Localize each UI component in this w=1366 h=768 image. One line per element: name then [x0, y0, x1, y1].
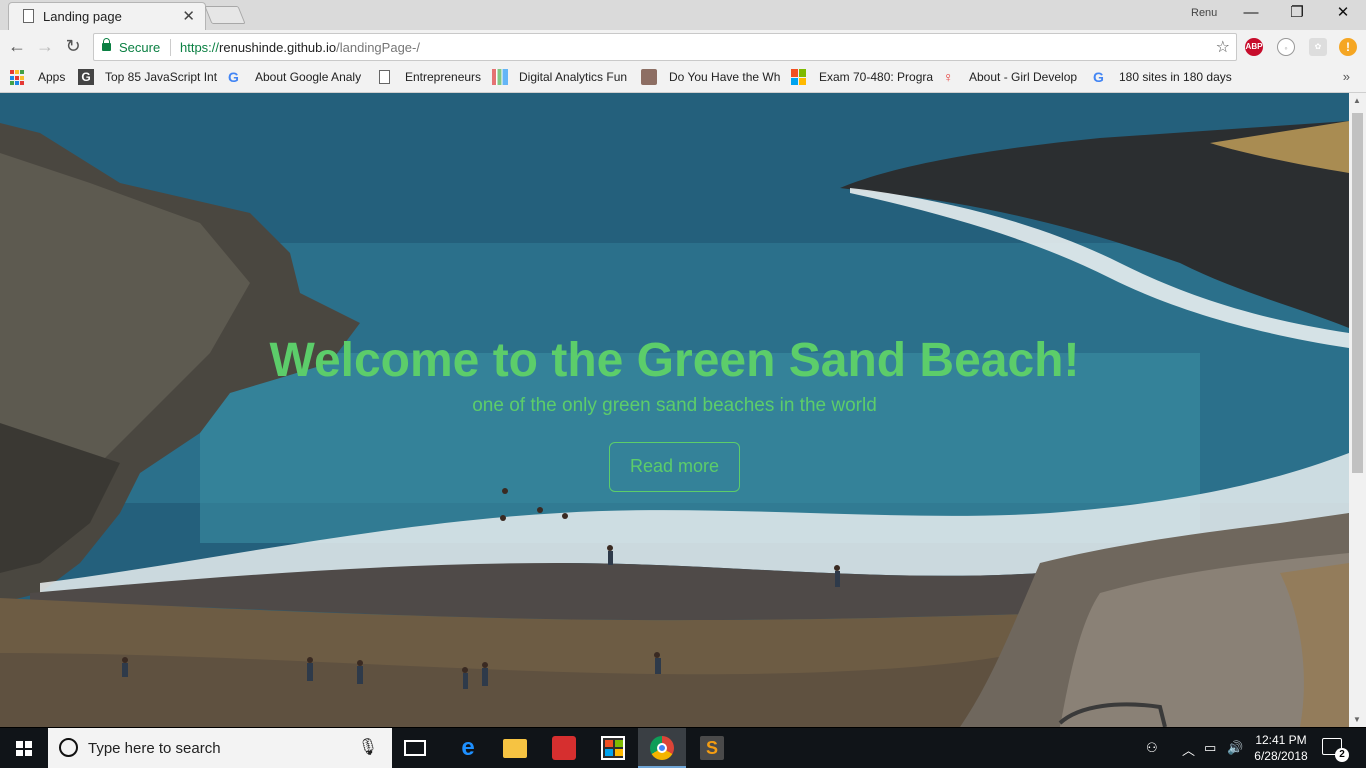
browser-titlebar: Landing page ✕ Renu — ❐ ✕ [0, 0, 1366, 30]
scrollbar-thumb[interactable] [1352, 113, 1363, 473]
new-tab-button[interactable] [204, 6, 246, 24]
taskbar-clock[interactable]: 12:41 PM 6/28/2018 [1250, 732, 1312, 764]
scroll-down-arrow-icon[interactable]: ▼ [1353, 715, 1361, 724]
bookmark-js-interview[interactable]: Top 85 JavaScript Int [105, 70, 217, 84]
url-host: renushinde.github.io [219, 40, 337, 55]
reader-icon[interactable] [552, 736, 576, 760]
bookmarks-overflow-icon[interactable]: » [1343, 69, 1350, 84]
lock-icon [102, 38, 111, 51]
tab-close-icon[interactable]: ✕ [182, 7, 195, 25]
close-window-button[interactable]: ✕ [1320, 2, 1366, 26]
start-button[interactable] [0, 728, 48, 768]
landing-page-hero: Welcome to the Green Sand Beach! one of … [0, 93, 1349, 727]
page-icon [379, 70, 390, 84]
clock-date: 6/28/2018 [1254, 749, 1308, 763]
profile-name[interactable]: Renu [1191, 7, 1217, 19]
hero-title: Welcome to the Green Sand Beach! [269, 334, 1080, 387]
reload-button[interactable]: ↻ [62, 36, 84, 58]
url-scheme: https:// [180, 40, 220, 55]
bookmark-girl-develop[interactable]: About - Girl Develop [969, 70, 1077, 84]
google-icon: G [228, 69, 239, 85]
task-view-icon[interactable] [404, 740, 426, 756]
people-icon[interactable]: ⚇ [1146, 740, 1158, 756]
bookmark-180-sites[interactable]: 180 sites in 180 days [1119, 70, 1232, 84]
bookmark-google-analytics[interactable]: About Google Analy [255, 70, 361, 84]
search-placeholder: Type here to search [88, 740, 221, 757]
edge-icon[interactable]: e [456, 736, 480, 760]
apps-grid-icon [10, 70, 26, 86]
google-icon: G [1093, 69, 1104, 85]
tab-title: Landing page [43, 9, 122, 24]
show-hidden-icons-chevron-icon[interactable]: ︿ [1182, 740, 1195, 759]
girl-developer-icon: ♀ [943, 69, 954, 85]
url-text[interactable]: https://renushinde.github.io/landingPage… [180, 40, 420, 55]
store-icon[interactable] [601, 736, 625, 760]
hero-subtitle: one of the only green sand beaches in th… [472, 395, 877, 416]
read-more-button[interactable]: Read more [609, 442, 740, 492]
chrome-icon [650, 736, 674, 760]
hero-content: Welcome to the Green Sand Beach! one of … [0, 333, 1349, 492]
restore-button[interactable]: ❐ [1274, 2, 1320, 26]
bookmark-apps[interactable]: Apps [38, 70, 65, 84]
bookmarks-bar: Apps G Top 85 JavaScript Int G About Goo… [0, 64, 1366, 93]
analytics-chart-icon [492, 69, 508, 85]
file-explorer-icon[interactable] [503, 739, 527, 758]
bookmark-exam-70-480[interactable]: Exam 70-480: Progra [819, 70, 933, 84]
scroll-up-arrow-icon[interactable]: ▲ [1353, 96, 1361, 105]
microsoft-logo-icon [791, 69, 807, 85]
back-button[interactable]: ← [6, 36, 28, 58]
chrome-taskbar-button[interactable] [638, 728, 686, 768]
sublime-text-icon[interactable]: S [700, 736, 724, 760]
browser-toolbar: ← → ↻ Secure https://renushinde.github.i… [0, 30, 1366, 64]
url-path: /landingPage-/ [336, 40, 420, 55]
secure-label: Secure [119, 40, 161, 55]
battery-icon[interactable]: ▭ [1204, 740, 1216, 756]
profile-photo-icon [641, 69, 657, 85]
page-favicon-icon [23, 9, 34, 23]
chrome-menu-update-icon[interactable]: ! [1339, 38, 1357, 56]
microphone-icon[interactable]: 🎙 [358, 737, 378, 757]
minimize-button[interactable]: — [1228, 2, 1274, 26]
windows-logo-icon [16, 741, 32, 756]
extension-icon[interactable]: ◦ [1277, 38, 1295, 56]
g-bookmark-icon: G [78, 69, 94, 85]
page-scrollbar[interactable]: ▲ ▼ [1349, 93, 1366, 727]
cortana-icon [59, 738, 78, 757]
browser-tab-active[interactable]: Landing page ✕ [8, 2, 206, 30]
extension-settings-icon[interactable]: ✿ [1309, 38, 1327, 56]
taskbar-search-box[interactable]: Type here to search 🎙 [48, 728, 392, 768]
windows-taskbar: Type here to search 🎙 e S ⚇ ︿ ▭ 🔊 12:41 … [0, 728, 1366, 768]
address-bar[interactable]: Secure https://renushinde.github.io/land… [93, 33, 1237, 61]
bookmark-do-you-have[interactable]: Do You Have the Wh [669, 70, 780, 84]
omnibox-divider [170, 39, 171, 56]
bookmark-digital-analytics[interactable]: Digital Analytics Fun [519, 70, 627, 84]
forward-button[interactable]: → [34, 36, 56, 58]
bookmark-star-icon[interactable]: ☆ [1216, 37, 1230, 57]
bookmark-entrepreneurs[interactable]: Entrepreneurs [405, 70, 481, 84]
notification-count-badge: 2 [1335, 748, 1349, 762]
clock-time: 12:41 PM [1255, 733, 1307, 747]
volume-icon[interactable]: 🔊 [1227, 740, 1243, 756]
adblock-plus-icon[interactable]: ABP [1245, 38, 1263, 56]
